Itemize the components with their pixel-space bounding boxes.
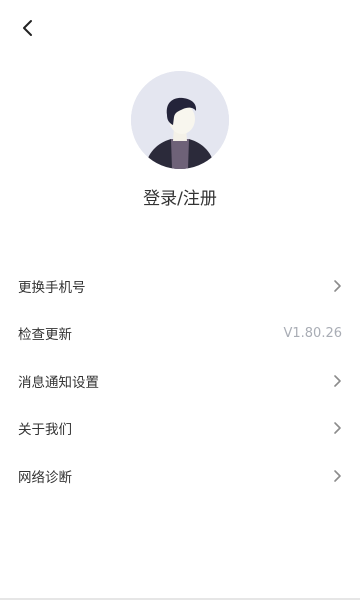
settings-page: 登录/注册 更换手机号 检查更新 V1.80.26 消息通知设置 关于我们 网络… [0,0,360,600]
menu-item-label: 网络诊断 [18,469,72,486]
menu-item-about-us[interactable]: 关于我们 [0,405,360,453]
menu-item-change-phone[interactable]: 更换手机号 [0,262,360,310]
chevron-right-icon [333,405,342,453]
back-button[interactable] [14,16,42,44]
menu-item-label: 关于我们 [18,422,72,439]
menu-item-notification-settings[interactable]: 消息通知设置 [0,357,360,405]
chevron-left-icon [21,19,35,41]
menu-item-label: 消息通知设置 [18,374,99,391]
menu-item-label: 检查更新 [18,327,72,344]
avatar[interactable] [131,71,229,169]
chevron-right-icon [333,452,342,500]
settings-menu: 更换手机号 检查更新 V1.80.26 消息通知设置 关于我们 网络诊断 [0,262,360,500]
login-register-link[interactable]: 登录/注册 [0,184,360,209]
chevron-right-icon [333,262,342,310]
menu-item-check-update[interactable]: 检查更新 V1.80.26 [0,310,360,358]
version-number: V1.80.26 [283,325,342,341]
default-user-avatar-icon [131,71,229,169]
menu-item-network-diagnosis[interactable]: 网络诊断 [0,452,360,500]
chevron-right-icon [333,357,342,405]
menu-item-label: 更换手机号 [18,279,86,296]
